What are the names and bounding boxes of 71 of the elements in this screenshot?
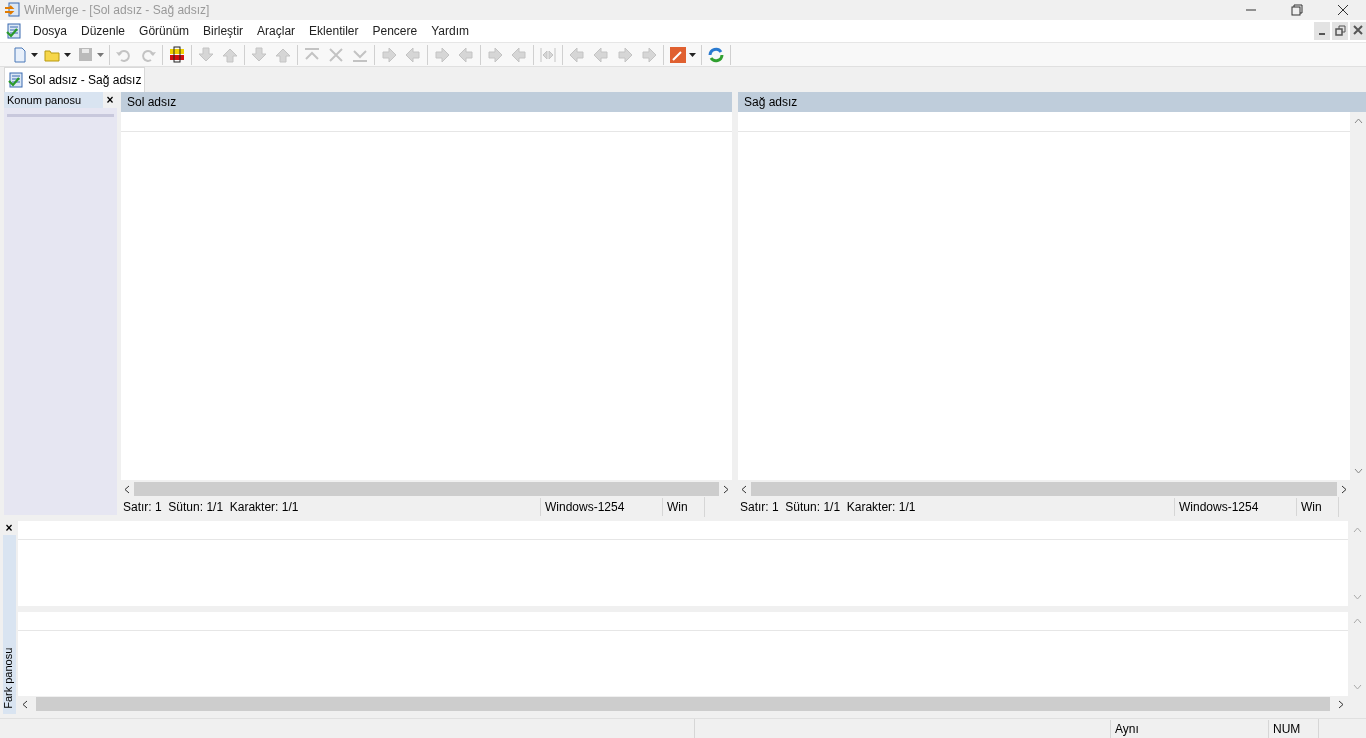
status-text: Satır: 1 Sütun: 1/1 Karakter: 1/1 [122, 499, 300, 516]
chevron-up-icon [1352, 618, 1362, 624]
chevron-down-icon [1353, 468, 1363, 474]
right-arrow-icon [486, 45, 504, 64]
chevron-left-icon [741, 484, 747, 494]
document-icon [8, 72, 24, 88]
chevron-down-icon [1352, 684, 1362, 690]
status-text: Windows-1254 [1174, 498, 1296, 516]
refresh-icon [707, 45, 725, 64]
pane-header: Sağ adsız [738, 92, 1366, 112]
chevron-down-icon [1352, 594, 1362, 600]
scrollbar-thumb[interactable] [751, 482, 1337, 496]
document-icon [6, 23, 22, 39]
status-text: Windows-1254 [540, 498, 662, 516]
close-icon[interactable] [1350, 22, 1366, 40]
status-text: Aynı [1110, 719, 1268, 738]
left-arrow-icon [510, 45, 528, 64]
scrollbar-thumb[interactable] [134, 482, 719, 496]
down-arrow-icon [197, 45, 215, 64]
right-arrow-icon [616, 45, 634, 64]
panel-title: Konum panosu [4, 92, 103, 108]
pane-header: Sol adsız [121, 92, 732, 112]
right-arrow-icon [433, 45, 451, 64]
menu-item[interactable]: Görünüm [132, 20, 197, 42]
merge-arrows-icon [539, 45, 557, 64]
close-button[interactable]: × [5, 521, 13, 535]
dropdown-arrow-icon [31, 52, 38, 57]
status-text: Satır: 1 Sütun: 1/1 Karakter: 1/1 [739, 499, 917, 516]
menu-item[interactable]: Eklentiler [302, 20, 366, 42]
right-arrow-icon [640, 45, 658, 64]
left-arrow-icon [568, 45, 586, 64]
left-arrow-icon [592, 45, 610, 64]
text-editor[interactable] [738, 112, 1350, 480]
dropdown-arrow-icon [97, 52, 104, 57]
dropdown-arrow-icon [64, 52, 71, 57]
chevron-left-icon [22, 699, 28, 709]
menu-item[interactable]: Düzenle [74, 20, 133, 42]
dropdown-arrow-icon [689, 52, 696, 57]
status-text: NUM [1268, 719, 1318, 738]
stacked-bars-icon [168, 45, 186, 64]
toolbar-button[interactable] [168, 45, 186, 64]
restore-icon[interactable] [1332, 22, 1348, 40]
chevron-right-icon [723, 484, 729, 494]
toolbar-button[interactable] [669, 45, 696, 64]
chevron-left-icon [124, 484, 130, 494]
chevron-up-icon [1353, 118, 1363, 124]
document-icon [11, 45, 29, 64]
down-arrow-icon [250, 45, 268, 64]
right-arrow-icon [380, 45, 398, 64]
minimize-icon[interactable] [1314, 22, 1330, 40]
close-button[interactable]: × [103, 91, 117, 109]
menu-item[interactable]: Pencere [365, 20, 425, 42]
text-editor[interactable] [121, 112, 732, 480]
left-arrow-icon [404, 45, 422, 64]
status-text: Win [662, 498, 704, 516]
window-title: WinMerge - [Sol adsız - Sağ adsız] [24, 2, 210, 19]
app-icon [4, 2, 20, 18]
tab[interactable]: Sol adsız - Sağ adsız [4, 67, 146, 92]
status-text: Win [1296, 498, 1338, 516]
panel-title: Fark panosu [2, 647, 16, 709]
chevron-right-icon [1341, 484, 1347, 494]
menu-item[interactable]: Birleştir [196, 20, 251, 42]
toolbar-button[interactable] [11, 45, 38, 64]
chevron-right-icon [1338, 699, 1344, 709]
menu-item[interactable]: Araçlar [250, 20, 303, 42]
menu-item[interactable]: Dosya [26, 20, 74, 42]
chevron-up-icon [1352, 527, 1362, 533]
left-arrow-icon [457, 45, 475, 64]
menu-item[interactable]: Yardım [424, 20, 476, 42]
text-editor[interactable] [18, 612, 1348, 696]
text-editor[interactable] [18, 521, 1348, 606]
